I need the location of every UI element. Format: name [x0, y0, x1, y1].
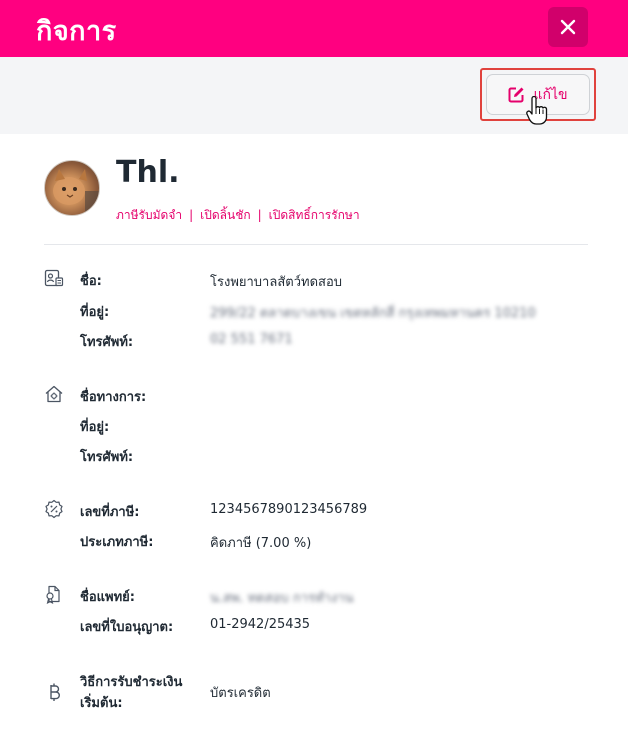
field-label: ชื่อ: [80, 274, 102, 289]
modal-title: กิจการ [36, 16, 117, 47]
field-label: ที่อยู่: [80, 420, 110, 435]
business-name: Thl. [116, 155, 180, 190]
baht-icon [50, 683, 60, 701]
close-button[interactable] [548, 7, 588, 47]
field-value-blurred: น.สพ. ทดสอบ การทำงาน [210, 591, 354, 606]
field-value: คิดภาษี (7.00 %) [210, 536, 312, 551]
field-value: บัตรเครดิต [210, 686, 271, 701]
info-row-official-address: ที่อยู่: [80, 416, 588, 436]
link-separator: | [257, 208, 262, 222]
avatar [44, 160, 100, 216]
link-separator: | [189, 208, 194, 222]
info-row-tax-id: เลขที่ภาษี: 1234567890123456789 [80, 501, 588, 521]
info-row-address: ที่อยู่: 299/22 ตลาดบางเขน เขตหลักสี่ กร… [80, 301, 588, 321]
field-value: 1234567890123456789 [210, 502, 368, 517]
link-deposit-tax[interactable]: ภาษีรับมัดจำ [116, 208, 182, 222]
modal-header: กิจการ [0, 0, 628, 57]
field-value: โรงพยาบาลสัตว์ทดสอบ [210, 275, 342, 290]
info-row-license: เลขที่ใบอนุญาต: 01-2942/25435 [80, 616, 588, 636]
field-value-blurred: 299/22 ตลาดบางเขน เขตหลักสี่ กรุงเทพมหาน… [210, 306, 536, 321]
divider [44, 244, 588, 245]
field-label: ประเภทภาษี: [80, 535, 154, 550]
field-label: โทรศัพท์: [80, 335, 134, 350]
field-value-blurred: 02 551 7671 [210, 332, 293, 347]
close-icon [560, 19, 576, 35]
id-card-icon [44, 269, 64, 287]
info-row-phone: โทรศัพท์: 02 551 7671 [80, 331, 588, 351]
doctor-license-icon [46, 585, 60, 604]
info-row-tax-type: ประเภทภาษี: คิดภาษี (7.00 %) [80, 531, 588, 551]
field-label: ชื่อแพทย์: [80, 590, 135, 605]
info-row-official-phone: โทรศัพท์: [80, 446, 588, 466]
link-open-treatment-rights[interactable]: เปิดสิทธิ์การรักษา [269, 208, 360, 222]
info-row-official-name: ชื่อทางการ: [80, 386, 588, 406]
field-label: โทรศัพท์: [80, 450, 134, 465]
field-label: ที่อยู่: [80, 305, 110, 320]
link-open-drawer[interactable]: เปิดลิ้นชัก [200, 208, 250, 222]
info-row-payment-value: บัตรเครดิต [80, 681, 588, 701]
info-row-doctor-name: ชื่อแพทย์: น.สพ. ทดสอบ การทำงาน [80, 586, 588, 606]
profile-links: ภาษีรับมัดจำ | เปิดลิ้นชัก | เปิดสิทธิ์การรั… [116, 206, 360, 225]
info-row-name: ชื่อ: โรงพยาบาลสัตว์ทดสอบ [80, 270, 588, 290]
field-label: ชื่อทางการ: [80, 390, 147, 405]
percent-badge-icon [45, 499, 63, 519]
field-value: 01-2942/25435 [210, 617, 311, 632]
hand-cursor-icon [526, 96, 548, 125]
home-settings-icon [45, 385, 63, 403]
edit-icon [508, 87, 524, 103]
field-label: เลขที่ใบอนุญาต: [80, 620, 174, 635]
field-label: เลขที่ภาษี: [80, 505, 140, 520]
